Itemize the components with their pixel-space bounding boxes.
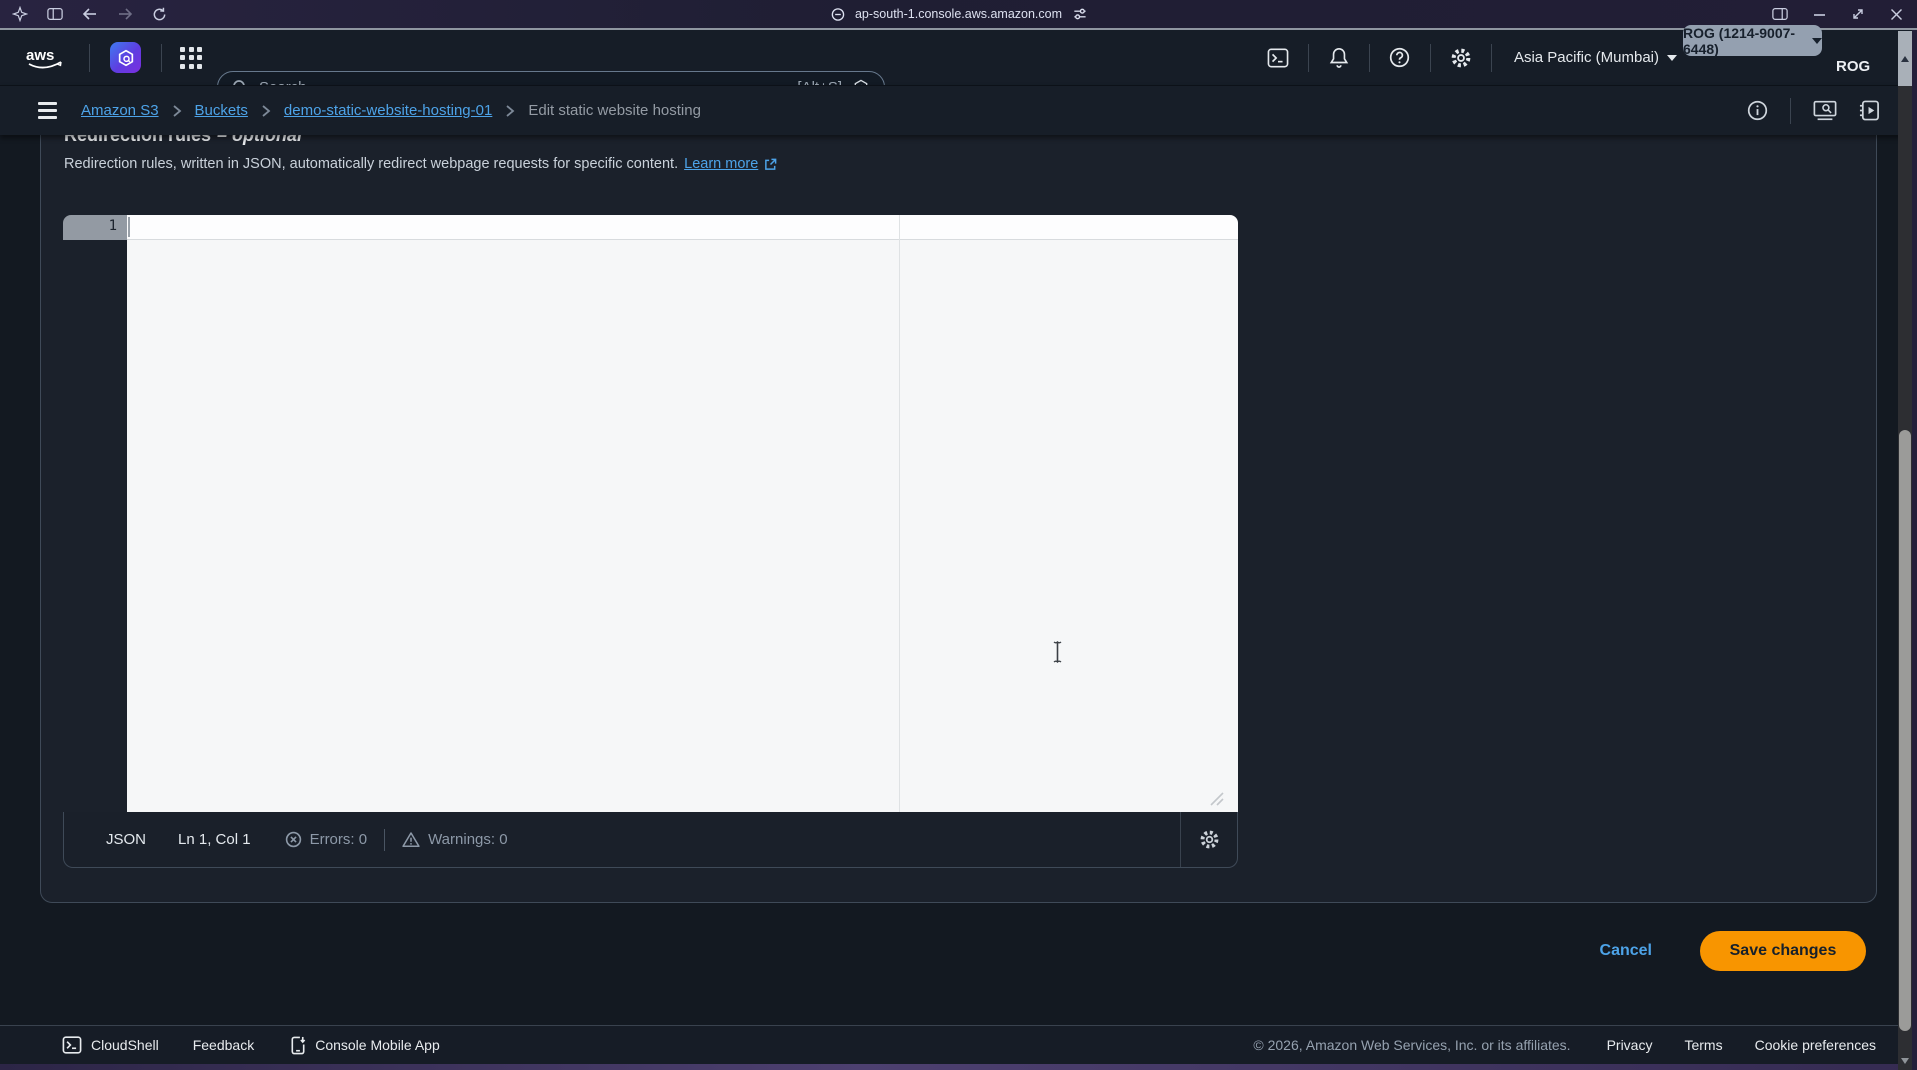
editor-cursor-position: Ln 1, Col 1 [178, 831, 251, 848]
divider [384, 829, 385, 851]
hamburger-menu-icon[interactable] [38, 102, 57, 119]
breadcrumb-link-amazon-s3[interactable]: Amazon S3 [81, 102, 159, 119]
svg-text:aws: aws [26, 47, 54, 64]
amazon-q-icon[interactable] [110, 42, 141, 73]
browser-logo-icon [12, 6, 28, 22]
scroll-up-arrow-icon [1901, 56, 1909, 62]
editor-caret [128, 217, 130, 237]
account-menu-button[interactable]: ROG (1214-9007-6448) [1683, 25, 1822, 56]
error-icon [285, 831, 302, 848]
editor-settings-gear-icon[interactable] [1180, 812, 1237, 867]
footer-terms-link[interactable]: Terms [1684, 1037, 1722, 1053]
section-description: Redirection rules, written in JSON, auto… [64, 156, 777, 172]
site-info-icon[interactable] [830, 7, 845, 22]
account-name: ROG [1836, 58, 1870, 75]
text-cursor-pointer [1051, 640, 1064, 664]
page-scrollbar[interactable] [1898, 31, 1912, 1070]
footer-cloudshell-button[interactable]: CloudShell [62, 1036, 159, 1054]
editor-errors: Errors: 0 [285, 831, 368, 848]
window-edge [1912, 30, 1917, 1070]
desktop-edge-strip [0, 1064, 1917, 1070]
close-button[interactable] [1890, 8, 1903, 21]
forward-button[interactable] [117, 7, 133, 21]
info-icon[interactable] [1747, 100, 1768, 121]
divider [1790, 98, 1791, 124]
chevron-right-icon [261, 104, 271, 118]
optional-suffix: – optional [217, 135, 302, 145]
footer-mobile-app-link[interactable]: Console Mobile App [290, 1036, 440, 1055]
scroll-down-arrow-icon[interactable] [1901, 1058, 1909, 1064]
reload-button[interactable] [152, 7, 167, 22]
footer-cookie-preferences-link[interactable]: Cookie preferences [1755, 1037, 1876, 1053]
restore-button[interactable] [1851, 7, 1865, 21]
divider [161, 44, 162, 72]
help-icon[interactable] [1370, 47, 1430, 68]
url-text[interactable]: ap-south-1.console.aws.amazon.com [855, 7, 1062, 21]
breadcrumb-bar: Amazon S3 Buckets demo-static-website-ho… [0, 85, 1917, 135]
chevron-right-icon [505, 104, 515, 118]
main-content: Redirection rules– optional Redirection … [0, 135, 1917, 1025]
monitor-search-icon[interactable] [1813, 100, 1837, 121]
editor-text-area[interactable] [127, 240, 1238, 812]
console-header: aws Search [Alt+S] [0, 30, 1917, 85]
editor-line-number: 1 [63, 215, 127, 240]
scrollbar-thumb[interactable] [1899, 430, 1911, 1031]
breadcrumb-link-buckets[interactable]: Buckets [195, 102, 248, 119]
editor-warnings: Warnings: 0 [402, 831, 507, 848]
editor-language: JSON [106, 831, 146, 848]
panel-icon[interactable] [1772, 7, 1788, 21]
minimize-button[interactable] [1813, 8, 1826, 21]
save-changes-button[interactable]: Save changes [1700, 931, 1866, 971]
breadcrumb: Amazon S3 Buckets demo-static-website-ho… [81, 102, 701, 119]
warning-icon [402, 831, 420, 848]
tune-icon[interactable] [1072, 7, 1087, 21]
console-footer: CloudShell Feedback Console Mobile App ©… [0, 1025, 1917, 1064]
notifications-bell-icon[interactable] [1309, 47, 1369, 68]
footer-privacy-link[interactable]: Privacy [1607, 1037, 1653, 1053]
account-menu-label: ROG (1214-9007-6448) [1683, 25, 1805, 57]
settings-gear-icon[interactable] [1431, 47, 1491, 69]
chevron-down-icon [1667, 55, 1677, 61]
divider [89, 44, 90, 72]
breadcrumb-link-bucket[interactable]: demo-static-website-hosting-01 [284, 102, 492, 119]
mobile-phone-download-icon [290, 1036, 306, 1055]
breadcrumb-current: Edit static website hosting [528, 102, 701, 119]
aws-console-window: ap-south-1.console.aws.amazon.com aws [0, 0, 1917, 1070]
editor-line-content[interactable] [127, 215, 1238, 240]
region-label: Asia Pacific (Mumbai) [1514, 49, 1659, 66]
section-title: Redirection rules– optional [64, 135, 302, 146]
back-button[interactable] [82, 7, 98, 21]
editor-status-bar: JSON Ln 1, Col 1 Errors: 0 Warnings: 0 [63, 812, 1238, 868]
services-menu-icon[interactable] [180, 47, 202, 69]
address-bar[interactable]: ap-south-1.console.aws.amazon.com [830, 7, 1087, 22]
external-link-icon [764, 158, 777, 171]
browser-titlebar: ap-south-1.console.aws.amazon.com [0, 0, 1917, 30]
editor-active-line[interactable]: 1 [63, 215, 1238, 240]
cloudshell-icon[interactable] [1248, 48, 1308, 68]
editor-print-margin [899, 215, 900, 812]
learn-more-link[interactable]: Learn more [684, 156, 758, 172]
notebook-play-icon[interactable] [1859, 100, 1880, 121]
footer-feedback-link[interactable]: Feedback [193, 1037, 254, 1053]
chevron-down-icon [1812, 38, 1822, 44]
chevron-right-icon [172, 104, 182, 118]
form-actions: Cancel Save changes [0, 930, 1866, 972]
cancel-button[interactable]: Cancel [1600, 942, 1652, 960]
aws-logo[interactable]: aws [25, 45, 67, 71]
scrollbar-up-button[interactable] [1898, 31, 1912, 86]
cloudshell-icon [62, 1036, 82, 1054]
sidebar-toggle-icon[interactable] [47, 7, 63, 21]
editor-resize-handle[interactable] [1205, 787, 1225, 807]
region-selector[interactable]: Asia Pacific (Mumbai) [1492, 49, 1677, 66]
footer-copyright: © 2026, Amazon Web Services, Inc. or its… [1253, 1037, 1570, 1053]
